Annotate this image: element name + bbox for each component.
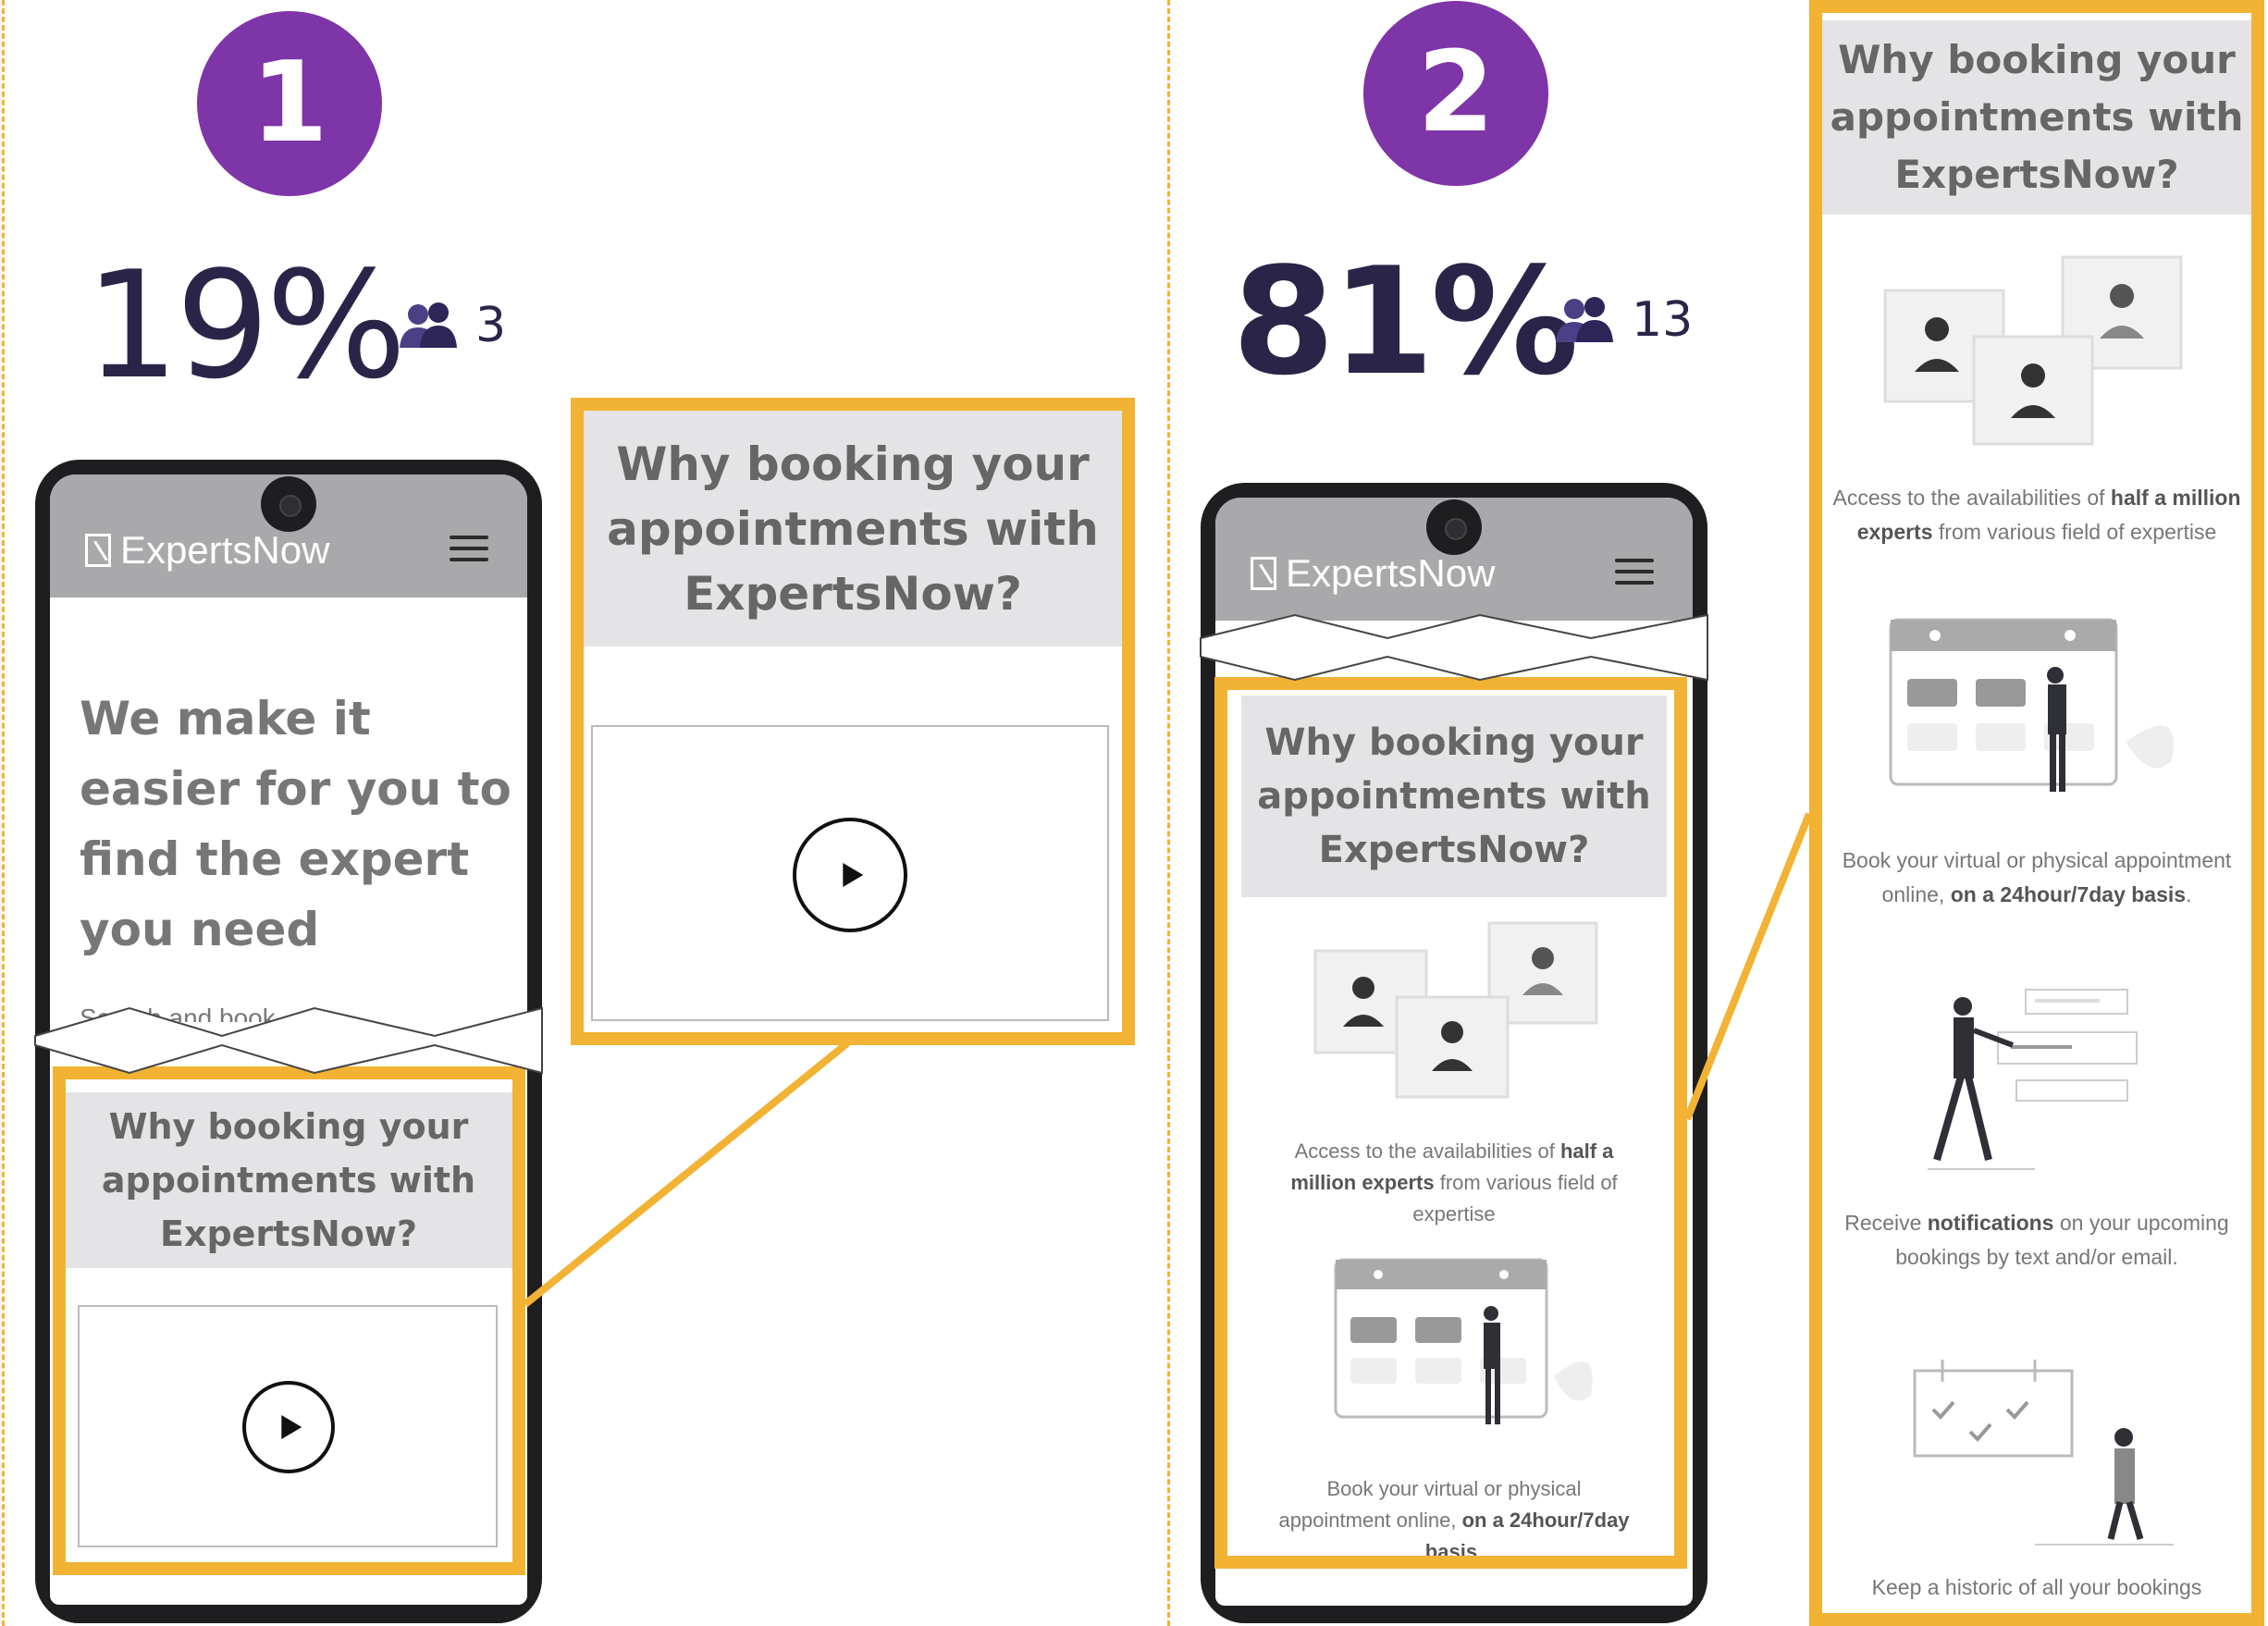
option-1-torn-edge	[34, 1006, 543, 1075]
option-2-torn-edge	[1200, 613, 1708, 682]
option-1-zoom-connector	[523, 1040, 850, 1308]
option-2-zoom-connector	[1683, 812, 1813, 1121]
connector-overlay	[34, 613, 1813, 1308]
